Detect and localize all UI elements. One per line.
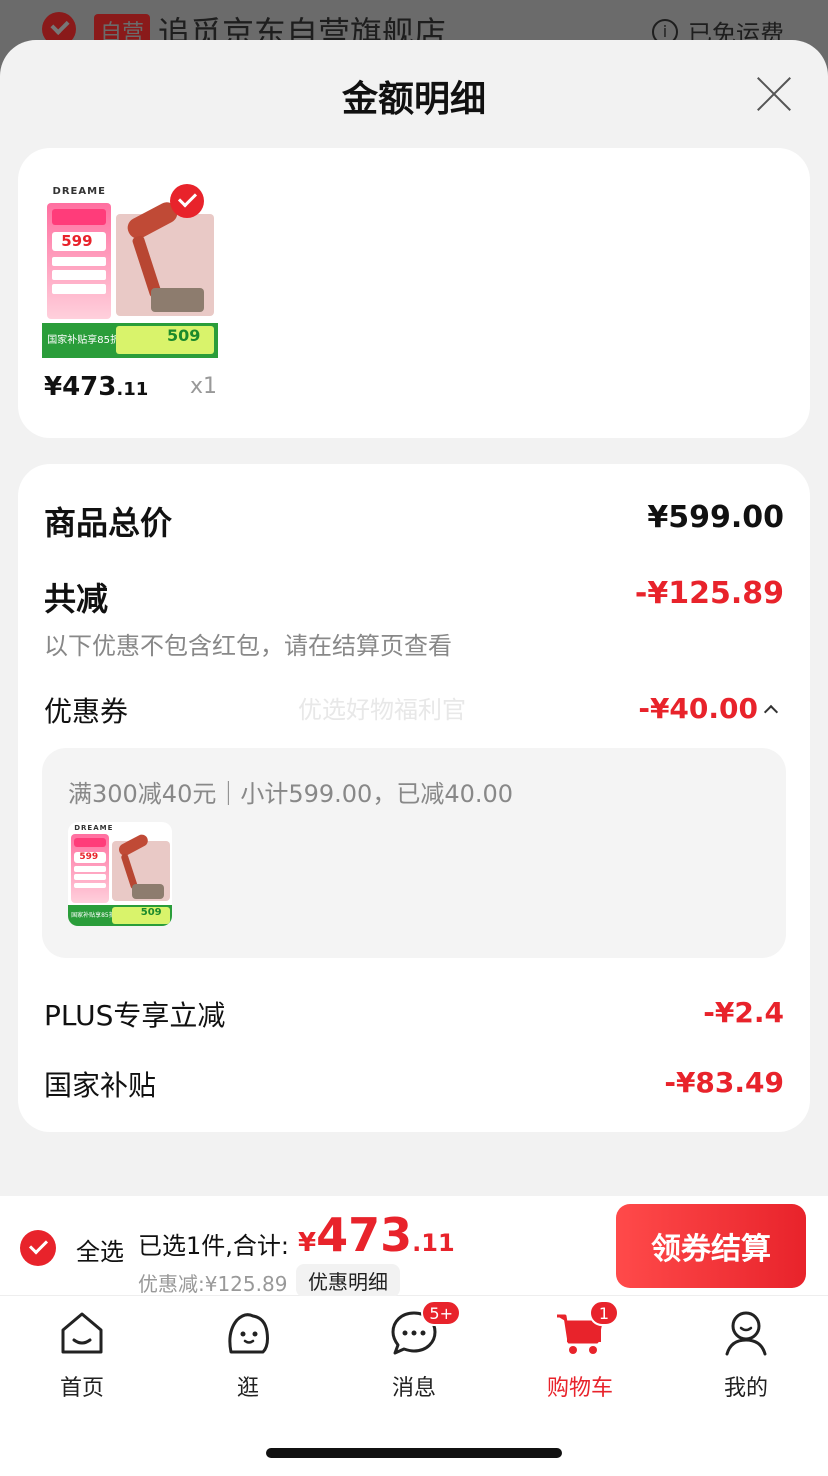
close-icon[interactable] — [754, 74, 794, 114]
subsidy-banner-price: 509 — [167, 325, 201, 345]
subsidy-banner-label: 国家补贴享85折 — [47, 334, 120, 346]
tab-home[interactable]: 首页 — [22, 1308, 142, 1402]
subsidy-banner: 国家补贴享85折 509 — [42, 322, 218, 358]
checkout-button[interactable]: 领券结算 — [616, 1204, 806, 1288]
tab-browse[interactable]: 逛 — [188, 1308, 308, 1402]
product-price: ¥473.11 — [44, 372, 148, 402]
select-all-check-icon[interactable] — [20, 1230, 56, 1266]
sheet-title: 金额明细 — [341, 79, 486, 120]
tab-bar: 首页 逛 5+ 消息 1 购物车 我的 — [0, 1296, 828, 1476]
thumb-price: 599 — [61, 232, 93, 251]
promo-panel: 599 — [47, 203, 111, 320]
product-quantity: x1 — [190, 374, 218, 399]
coupon-subsidy-banner-price: 509 — [140, 906, 162, 918]
cart-icon: 1 — [555, 1300, 619, 1358]
coupon-product-image[interactable]: DREAME 599 国家补贴享85折 509 — [68, 822, 172, 926]
tab-cart-label: 购物车 — [546, 1376, 613, 1401]
total-price-value: ¥599.00 — [647, 500, 784, 535]
discount-detail-button[interactable]: 优惠明细 — [296, 1264, 400, 1297]
tab-home-label: 首页 — [59, 1376, 104, 1401]
hair-dryer-base — [151, 287, 204, 313]
coupon-detail-box: 满300减40元｜小计599.00，已减40.00 DREAME 599 国家补… — [42, 748, 786, 958]
profile-icon — [721, 1308, 771, 1358]
coupon-description: 满300减40元｜小计599.00，已减40.00 — [68, 780, 514, 808]
watermark: 优选好物福利官 — [298, 696, 466, 724]
product-price-main: ¥473 — [44, 372, 117, 402]
tab-messages-label: 消息 — [391, 1376, 436, 1401]
home-icon — [57, 1308, 107, 1358]
chevron-up-icon — [763, 704, 779, 719]
tab-cart[interactable]: 1 购物车 — [520, 1300, 640, 1402]
total-currency: ¥ — [298, 1228, 317, 1258]
coupon-label: 优惠券 — [44, 695, 129, 728]
total-discount-label: 共减 — [44, 580, 109, 618]
plus-discount-value: -¥2.4 — [703, 996, 784, 1029]
coupon-toggle[interactable]: -¥40.00 — [638, 692, 779, 725]
price-breakdown-card: 商品总价 ¥599.00 共减 -¥125.89 以下优惠不包含红包，请在结算页… — [18, 464, 810, 1132]
tab-profile[interactable]: 我的 — [686, 1308, 806, 1402]
plus-discount-label: PLUS专享立减 — [44, 999, 226, 1032]
discount-note: 以下优惠不包含红包，请在结算页查看 — [44, 632, 452, 660]
total-dec: .11 — [412, 1229, 455, 1257]
total-discount-value: -¥125.89 — [634, 576, 784, 611]
browse-face-icon — [223, 1308, 273, 1358]
total-int: 473 — [316, 1208, 413, 1262]
coupon-hair-dryer-base — [132, 884, 164, 899]
discount-summary: 优惠减:¥125.89 — [138, 1272, 288, 1296]
message-icon: 5+ — [389, 1300, 461, 1358]
selected-count-text: 已选1件,合计: — [138, 1232, 289, 1260]
coupon-value: -¥40.00 — [638, 692, 758, 725]
checkout-bar: 全选 已选1件,合计: ¥473.11 优惠减:¥125.89 优惠明细 领券结… — [0, 1196, 828, 1297]
product-price-dec: .11 — [116, 379, 149, 400]
coupon-subsidy-banner: 国家补贴享85折 509 — [68, 905, 172, 926]
coupon-thumb-price: 599 — [79, 851, 99, 862]
select-all-label[interactable]: 全选 — [76, 1232, 124, 1267]
tab-browse-label: 逛 — [236, 1376, 259, 1401]
national-subsidy-label: 国家补贴 — [44, 1069, 157, 1102]
messages-badge: 5+ — [421, 1300, 461, 1326]
coupon-subsidy-banner-label: 国家补贴享85折 — [71, 911, 115, 919]
total-amount: ¥473.11 — [298, 1208, 455, 1262]
coupon-product-brand: DREAME — [74, 824, 114, 833]
tab-messages[interactable]: 5+ 消息 — [354, 1300, 474, 1402]
home-indicator[interactable] — [266, 1448, 562, 1458]
product-card: DREAME 599 国家补贴享85折 509 ¥473.11 x1 — [18, 148, 810, 438]
coupon-promo-panel: 599 — [71, 834, 109, 904]
product-selected-check-icon[interactable] — [170, 184, 204, 218]
tab-profile-label: 我的 — [723, 1376, 768, 1401]
national-subsidy-value: -¥83.49 — [664, 1066, 784, 1099]
total-price-label: 商品总价 — [44, 504, 173, 542]
amount-detail-sheet: 金额明细 DREAME 599 国家补贴享85折 509 ¥473.11 x1 … — [0, 40, 828, 1196]
product-brand: DREAME — [52, 185, 106, 197]
cart-badge: 1 — [589, 1300, 619, 1326]
